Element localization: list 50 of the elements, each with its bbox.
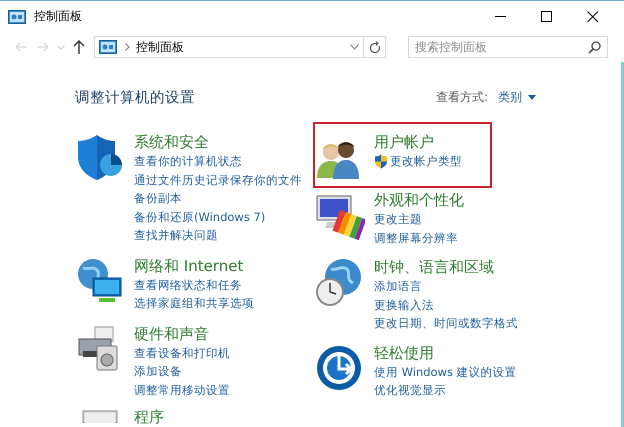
window-title: 控制面板 [34,8,83,25]
category-link[interactable]: 更改主题 [374,210,422,228]
category-link[interactable]: 使用 Windows 建议的设置 [374,362,517,381]
category-link[interactable]: 查找并解决问题 [134,226,218,244]
category-link[interactable]: 更改帐户类型 [374,152,462,170]
category-link[interactable]: 更改日期、时间或数字格式 [374,314,518,332]
close-icon [587,10,599,22]
control-panel-icon [8,10,26,24]
shield-icon [374,154,388,169]
page-heading: 调整计算机的设置 [75,88,196,106]
search-icon [588,41,601,54]
maximize-icon [541,10,553,22]
category-title[interactable]: 硬件和声音 [134,324,209,344]
category-link[interactable]: 调整常用移动设置 [134,380,230,399]
category-link[interactable]: 通过文件历史记录保存你的文件 [134,170,302,189]
category-link[interactable]: 更换输入法 [374,296,434,314]
category-title[interactable]: 时钟、语言和区域 [374,257,494,277]
category-link[interactable]: 优化视觉显示 [374,381,446,400]
category-link[interactable]: 查看设备和打印机 [134,344,230,362]
address-bar[interactable]: 控制面板 [94,36,364,58]
category-link[interactable]: 添加语言 [374,277,422,296]
category-link[interactable]: 查看网络状态和任务 [134,276,242,294]
dropdown-icon [528,94,536,100]
category-link[interactable]: 查看你的计算机状态 [134,152,242,170]
left-arrow-icon [14,42,28,52]
category-link[interactable]: 选择家庭组和共享选项 [134,294,254,312]
chevron-icon [125,43,130,51]
category-title[interactable]: 网络和 Internet [134,256,244,276]
refresh-icon [368,40,380,54]
dropdown-icon [350,44,359,50]
category-link[interactable]: 备份副本 [134,189,182,208]
view-by-label: 查看方式: [436,88,488,106]
category-title[interactable]: 外观和个性化 [374,190,464,210]
chevron-down-icon [57,44,65,50]
right-arrow-icon [36,42,50,52]
refresh-button[interactable] [364,36,386,58]
category-link[interactable]: 备份和还原(Windows 7) [134,208,266,226]
search-field[interactable]: 搜索控制面板 [408,36,608,58]
control-panel-icon [99,40,117,54]
view-by-dropdown[interactable]: 类别 [498,88,536,106]
category-link[interactable]: 添加设备 [134,362,182,380]
shield-icon [75,132,125,182]
category-title[interactable]: 系统和安全 [134,132,209,152]
category-title[interactable]: 程序 [134,407,164,427]
category-title[interactable]: 轻松使用 [374,342,434,362]
minimize-icon [495,16,507,18]
breadcrumb[interactable]: 控制面板 [136,38,184,56]
category-link[interactable]: 调整屏幕分辨率 [374,228,458,247]
up-arrow-icon [73,40,85,54]
category-title[interactable]: 用户帐户 [374,132,434,152]
